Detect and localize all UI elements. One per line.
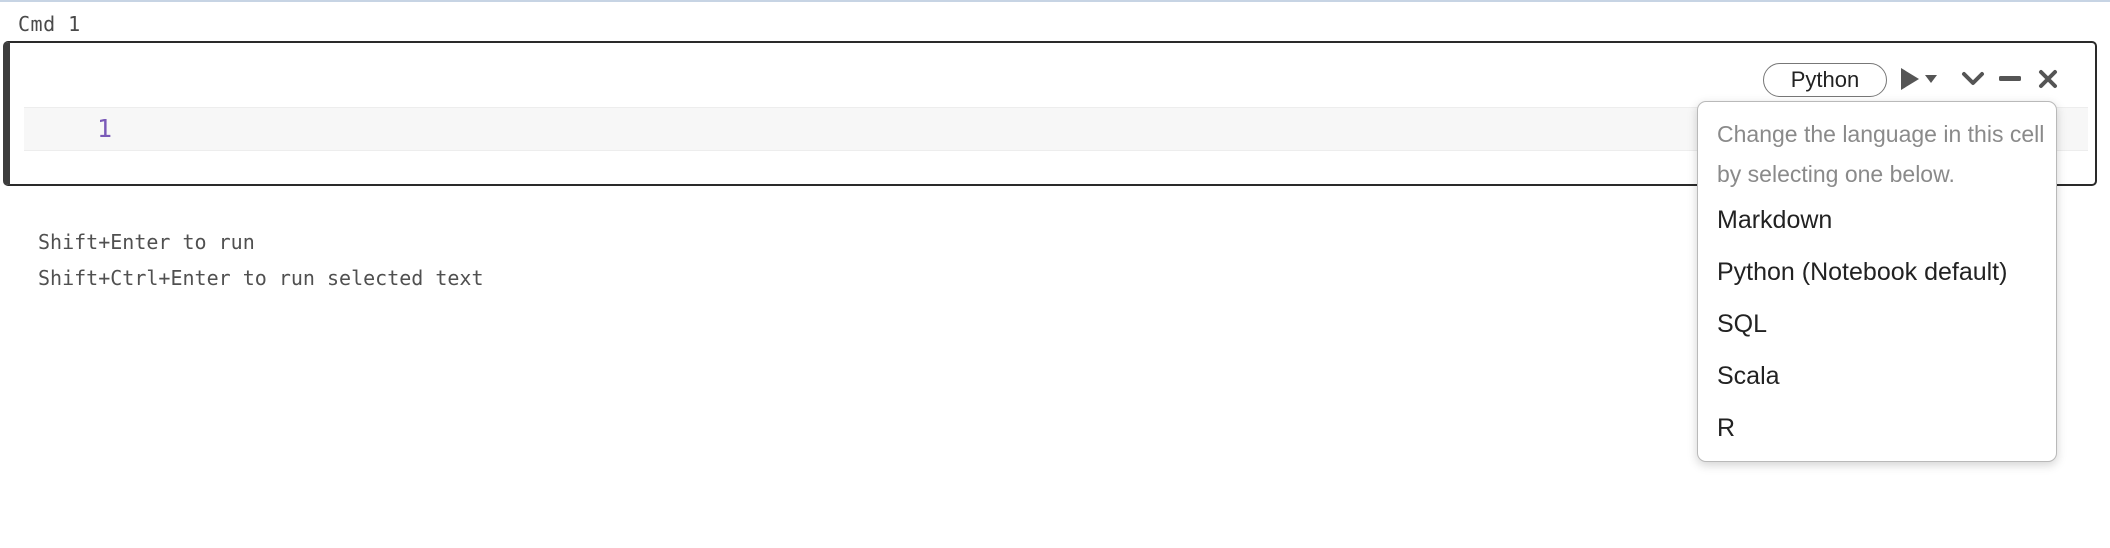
top-divider [0,0,2110,2]
caret-down-icon[interactable] [1923,61,1939,97]
run-hint: Shift+Enter to run [38,230,255,254]
run-icon[interactable] [1898,61,1922,97]
language-option-markdown[interactable]: Markdown [1717,206,1832,235]
language-menu-hint: Change the language in this cell by sele… [1717,121,2045,187]
keyboard-hints: Shift+Enter to run Shift+Ctrl+Enter to r… [38,224,484,296]
minimize-icon[interactable] [1998,61,2022,97]
command-label: Cmd 1 [18,12,81,36]
line-number: 1 [97,114,113,143]
language-option-r[interactable]: R [1717,414,1735,443]
language-select-button[interactable]: Python [1763,63,1887,97]
language-dropdown-menu: Change the language in this cell by sele… [1697,101,2057,462]
language-option-scala[interactable]: Scala [1717,362,1780,391]
chevron-down-icon[interactable] [1960,61,1986,97]
language-option-python[interactable]: Python (Notebook default) [1717,258,2007,287]
language-option-sql[interactable]: SQL [1717,310,1767,339]
close-icon[interactable] [2036,61,2060,97]
run-selected-hint: Shift+Ctrl+Enter to run selected text [38,266,484,290]
